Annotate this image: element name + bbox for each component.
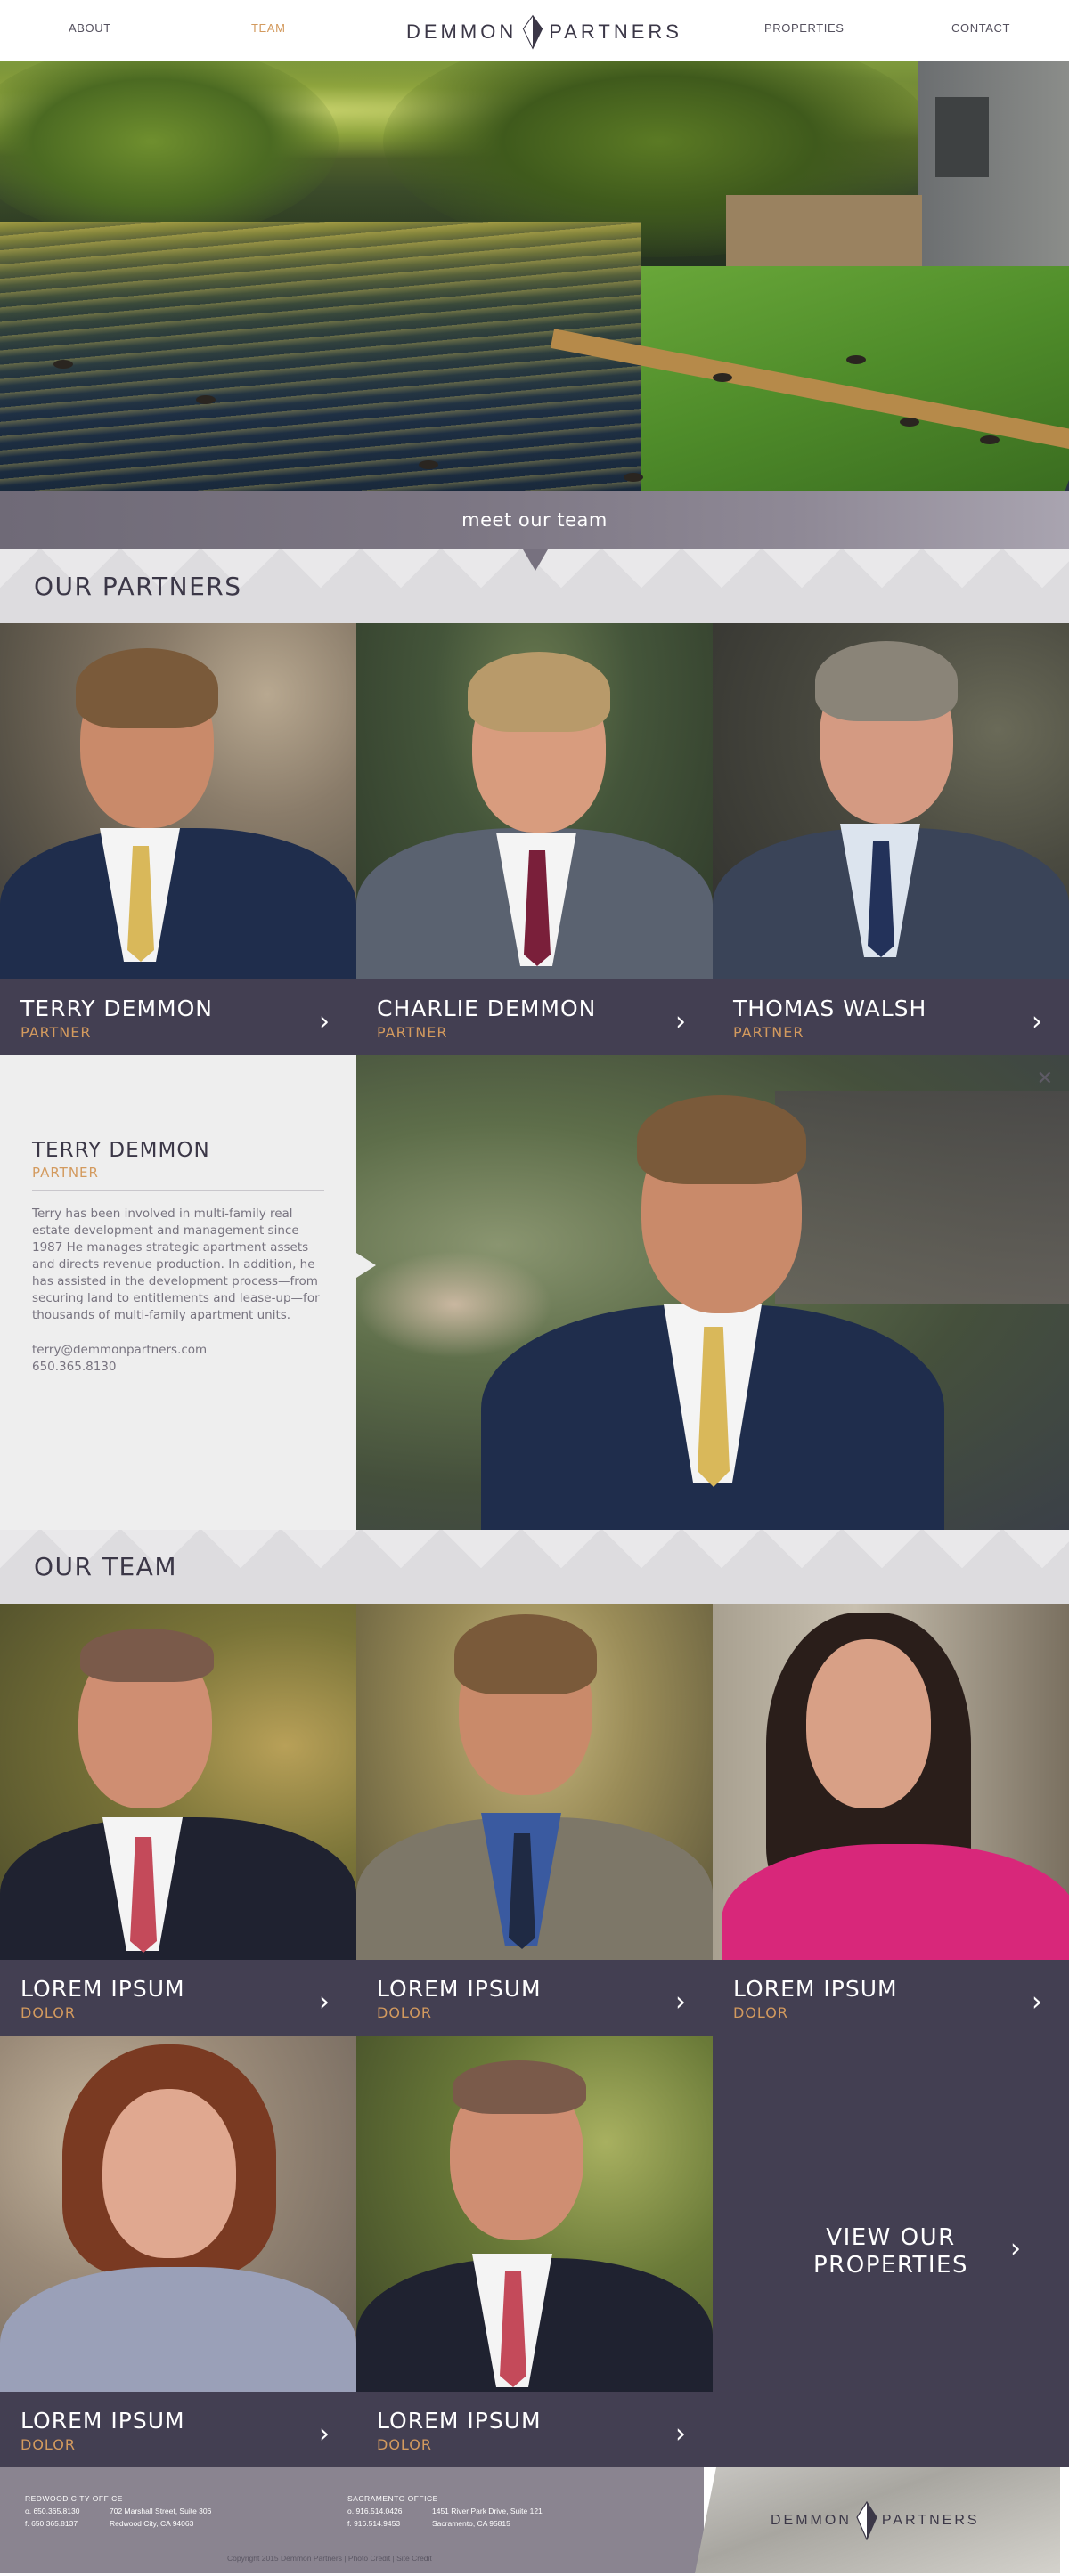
partners-heading: OUR PARTNERS: [34, 572, 242, 601]
team-member-name: LOREM IPSUM: [20, 2408, 185, 2434]
partners-grid: TERRY DEMMON PARTNER › CHARLIE DEMMON PA…: [0, 623, 1069, 1055]
partner-portrait: [713, 623, 1069, 997]
chevron-right-icon[interactable]: ›: [319, 1006, 330, 1037]
team-portrait: [356, 1604, 713, 1987]
hero-image: [0, 61, 1069, 491]
view-properties-button[interactable]: VIEW OUR PROPERTIES ›: [713, 2036, 1069, 2467]
chevron-right-icon[interactable]: ›: [675, 1006, 686, 1037]
partner-detail-panel: TERRY DEMMON PARTNER Terry has been invo…: [0, 1055, 1069, 1530]
partner-card[interactable]: THOMAS WALSH PARTNER ›: [713, 623, 1069, 1055]
team-card[interactable]: LOREM IPSUM DOLOR ›: [713, 1604, 1069, 2036]
team-card[interactable]: LOREM IPSUM DOLOR ›: [356, 1604, 713, 2036]
team-member-name: LOREM IPSUM: [377, 2408, 542, 2434]
partner-name: THOMAS WALSH: [733, 995, 927, 1021]
detail-name: TERRY DEMMON: [32, 1139, 210, 1162]
meet-our-team-label: meet our team: [461, 509, 608, 531]
logo-text-right: PARTNERS: [549, 20, 682, 43]
logo[interactable]: DEMMON PARTNERS: [406, 7, 682, 56]
chevron-right-icon[interactable]: ›: [1032, 1006, 1042, 1037]
logo-text-left: DEMMON: [406, 20, 518, 43]
partner-role: PARTNER: [377, 1024, 448, 1041]
nav-about[interactable]: ABOUT: [69, 21, 111, 35]
office-sacramento: SACRAMENTO OFFICE o. 916.514.0426 1451 R…: [347, 2492, 543, 2530]
detail-role: PARTNER: [32, 1165, 324, 1191]
partner-role: PARTNER: [733, 1024, 804, 1041]
office-phone: o. 650.365.8130: [25, 2507, 80, 2515]
team-portrait: [0, 1604, 356, 1987]
office-redwood: REDWOOD CITY OFFICE o. 650.365.8130 702 …: [25, 2492, 211, 2530]
team-grid: LOREM IPSUM DOLOR › LOREM IPSUM DOLOR ›: [0, 1604, 1069, 2467]
partner-name: CHARLIE DEMMON: [377, 995, 597, 1021]
detail-pointer-icon: [356, 1253, 376, 1278]
nav-contact[interactable]: CONTACT: [951, 21, 1010, 35]
office-address: 1451 River Park Drive, Suite 121: [432, 2507, 543, 2515]
partner-role: PARTNER: [20, 1024, 92, 1041]
partner-portrait: [356, 623, 713, 997]
office-title: REDWOOD CITY OFFICE: [25, 2494, 123, 2503]
copyright[interactable]: Copyright 2015 Demmon Partners | Photo C…: [227, 2554, 432, 2563]
chevron-right-icon[interactable]: ›: [675, 1987, 686, 2018]
office-phone: o. 916.514.0426: [347, 2507, 403, 2515]
team-card[interactable]: LOREM IPSUM DOLOR ›: [356, 2036, 713, 2467]
footer: REDWOOD CITY OFFICE o. 650.365.8130 702 …: [0, 2467, 1069, 2573]
team-portrait: [713, 1604, 1069, 2013]
team-portrait: [0, 2036, 356, 2436]
footer-logo-text-left: DEMMON: [771, 2513, 852, 2528]
team-card[interactable]: LOREM IPSUM DOLOR ›: [0, 1604, 356, 2036]
office-fax: f. 916.514.9453: [347, 2519, 401, 2528]
diamond-logo-icon: [523, 14, 543, 50]
diamond-logo-icon: [856, 2501, 877, 2540]
close-icon[interactable]: ✕: [1037, 1068, 1053, 1090]
detail-photo: ✕: [356, 1055, 1069, 1530]
partner-card[interactable]: CHARLIE DEMMON PARTNER ›: [356, 623, 713, 1055]
footer-logo[interactable]: DEMMON PARTNERS: [771, 2501, 980, 2540]
footer-logo-text-right: PARTNERS: [881, 2513, 980, 2528]
office-city: Redwood City, CA 94063: [110, 2519, 194, 2528]
detail-phone: 650.365.8130: [32, 1360, 117, 1374]
top-nav: ABOUT TEAM DEMMON PARTNERS PROPERTIES CO…: [0, 0, 1069, 61]
team-member-name: LOREM IPSUM: [377, 1976, 542, 2002]
team-section-header: OUR TEAM: [0, 1530, 1069, 1604]
partner-name: TERRY DEMMON: [20, 995, 213, 1021]
chevron-right-icon[interactable]: ›: [319, 2418, 330, 2450]
chevron-right-icon[interactable]: ›: [675, 2418, 686, 2450]
team-member-role: DOLOR: [20, 2436, 76, 2453]
detail-email[interactable]: terry@demmonpartners.com: [32, 1342, 324, 1359]
meet-our-team-bar: meet our team: [0, 491, 1069, 571]
office-fax: f. 650.365.8137: [25, 2519, 78, 2528]
down-pointer-icon: [523, 549, 548, 571]
view-properties-label: VIEW OUR PROPERTIES: [813, 2223, 968, 2279]
chevron-right-icon[interactable]: ›: [1032, 1987, 1042, 2018]
chevron-right-icon: ›: [1010, 2233, 1021, 2264]
team-portrait: [356, 2036, 713, 2427]
nav-team[interactable]: TEAM: [251, 21, 286, 35]
detail-contact: terry@demmonpartners.com 650.365.8130: [32, 1342, 324, 1376]
team-member-role: DOLOR: [733, 2004, 788, 2021]
team-member-name: LOREM IPSUM: [733, 1976, 898, 2002]
office-title: SACRAMENTO OFFICE: [347, 2494, 438, 2503]
partner-card[interactable]: TERRY DEMMON PARTNER ›: [0, 623, 356, 1055]
team-member-role: DOLOR: [377, 2004, 432, 2021]
chevron-right-icon[interactable]: ›: [319, 1987, 330, 2018]
team-member-role: DOLOR: [20, 2004, 76, 2021]
partner-portrait: [0, 623, 356, 997]
nav-properties[interactable]: PROPERTIES: [764, 21, 845, 35]
team-member-role: DOLOR: [377, 2436, 432, 2453]
office-city: Sacramento, CA 95815: [432, 2519, 510, 2528]
team-card[interactable]: LOREM IPSUM DOLOR ›: [0, 2036, 356, 2467]
team-heading: OUR TEAM: [34, 1552, 177, 1581]
office-address: 702 Marshall Street, Suite 306: [110, 2507, 212, 2515]
team-member-name: LOREM IPSUM: [20, 1976, 185, 2002]
detail-bio: Terry has been involved in multi-family …: [32, 1207, 320, 1322]
footer-logo-panel: DEMMON PARTNERS: [695, 2467, 1060, 2573]
partner-detail-info: TERRY DEMMON PARTNER Terry has been invo…: [0, 1055, 356, 1530]
